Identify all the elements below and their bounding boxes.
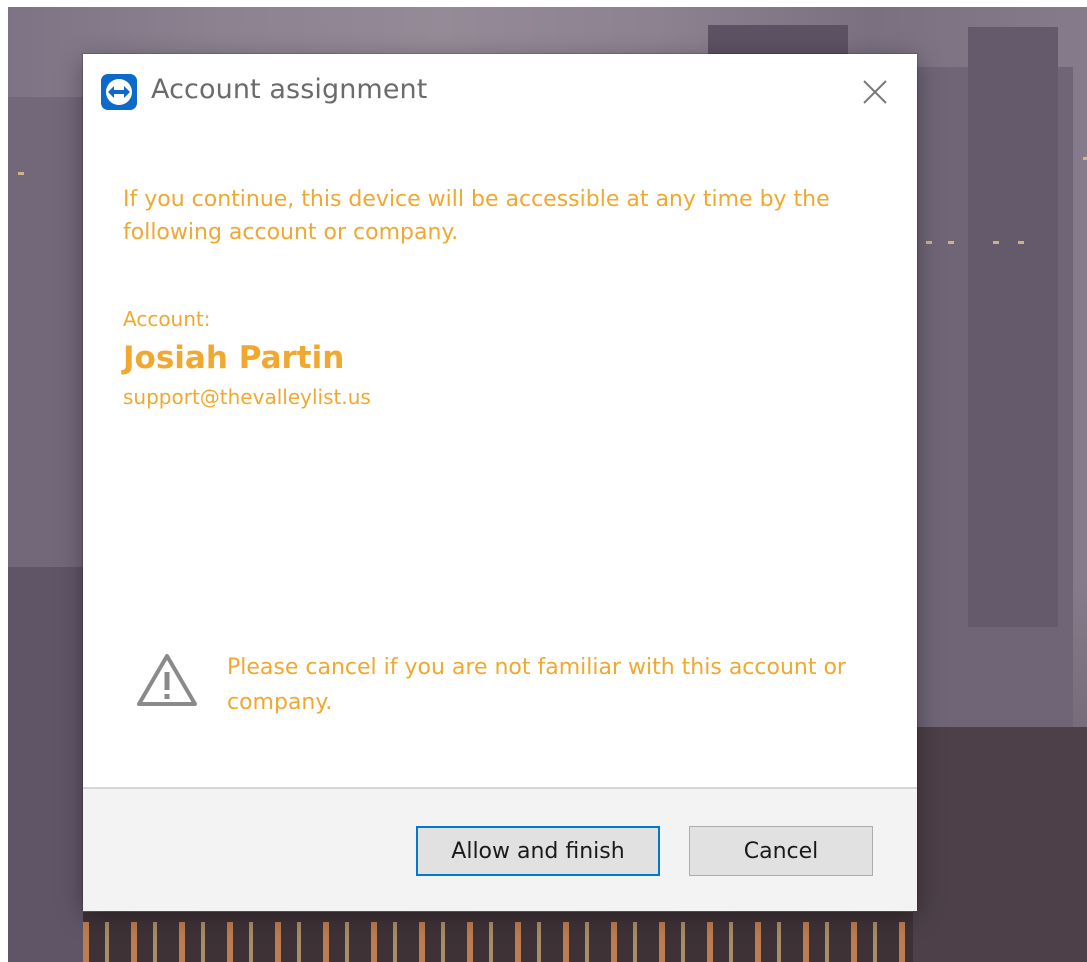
allow-and-finish-button[interactable]: Allow and finish xyxy=(416,826,660,876)
dialog-titlebar: Account assignment xyxy=(83,54,917,130)
background-building xyxy=(968,27,1058,627)
close-button[interactable] xyxy=(855,72,895,112)
teamviewer-icon xyxy=(101,74,137,110)
account-name: Josiah Partin xyxy=(123,340,345,376)
account-assignment-dialog: Account assignment If you continue, this… xyxy=(83,54,917,911)
warning-text: Please cancel if you are not familiar wi… xyxy=(227,655,846,715)
background-building xyxy=(913,727,1087,962)
intro-text: If you continue, this device will be acc… xyxy=(123,187,830,245)
account-email: support@thevalleylist.us xyxy=(123,385,371,409)
dialog-footer: Allow and finish Cancel xyxy=(83,787,917,911)
window-light xyxy=(18,172,24,175)
account-label: Account: xyxy=(123,307,211,331)
window-light xyxy=(926,241,932,244)
background-building xyxy=(8,567,83,962)
close-icon xyxy=(863,80,887,104)
dialog-title: Account assignment xyxy=(151,74,428,105)
window-light xyxy=(993,241,999,244)
background-city-lights xyxy=(83,922,913,962)
window-light xyxy=(948,241,954,244)
window-light xyxy=(1083,157,1087,160)
warning-triangle-icon xyxy=(137,654,197,706)
cancel-button[interactable]: Cancel xyxy=(689,826,873,876)
window-light xyxy=(1018,241,1024,244)
